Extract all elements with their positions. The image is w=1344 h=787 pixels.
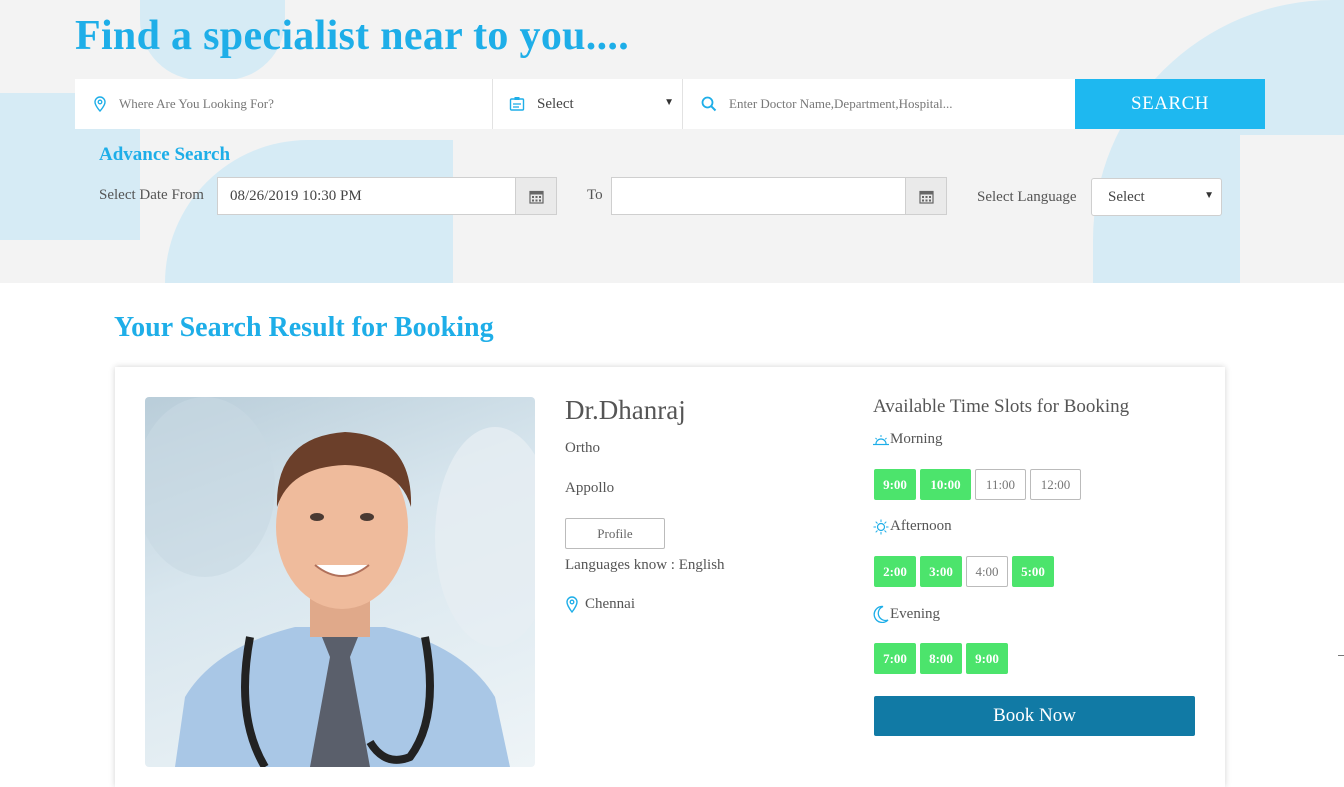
evening-slots: 7:00 8:00 9:00 — [874, 643, 1008, 674]
time-slot-button[interactable]: 2:00 — [874, 556, 916, 587]
id-card-icon — [509, 96, 525, 112]
doctor-city: Chennai — [585, 596, 635, 612]
background-shape — [1240, 135, 1344, 283]
chevron-down-icon: ▼ — [1204, 190, 1214, 201]
time-slot-button[interactable]: 5:00 — [1012, 556, 1054, 587]
search-icon — [701, 96, 717, 112]
morning-slots: 9:00 10:00 11:00 12:00 — [874, 469, 1081, 500]
date-from-field[interactable]: 08/26/2019 10:30 PM — [217, 177, 557, 215]
search-hero: Find a specialist near to you.... Where … — [0, 0, 1344, 283]
calendar-icon[interactable] — [905, 178, 946, 214]
profile-button[interactable]: Profile — [565, 518, 665, 549]
doctor-card: Dr.Dhanraj Ortho Appollo Profile Languag… — [115, 367, 1225, 787]
afternoon-slots: 2:00 3:00 4:00 5:00 — [874, 556, 1054, 587]
evening-label: Evening — [873, 605, 940, 623]
morning-label: Morning — [873, 431, 943, 448]
slots-title: Available Time Slots for Booking — [873, 396, 1130, 417]
location-input[interactable]: Where Are You Looking For? — [75, 79, 493, 129]
results-title: Your Search Result for Booking — [114, 312, 494, 343]
doctor-name: Dr.Dhanraj — [565, 395, 686, 425]
morning-text: Morning — [890, 431, 943, 447]
doctor-photo — [145, 397, 535, 767]
language-value: Select — [1108, 188, 1145, 205]
date-from-value: 08/26/2019 10:30 PM — [230, 187, 362, 204]
doctor-hospital: Appollo — [565, 480, 615, 496]
calendar-icon[interactable] — [515, 178, 556, 214]
time-slot-button[interactable]: 9:00 — [966, 643, 1008, 674]
evening-text: Evening — [890, 605, 940, 622]
afternoon-text: Afternoon — [890, 518, 952, 534]
time-slot-button[interactable]: 7:00 — [874, 643, 916, 674]
book-now-button[interactable]: Book Now — [874, 696, 1195, 736]
chevron-down-icon: ▼ — [664, 97, 674, 108]
map-pin-icon — [93, 96, 107, 112]
doctor-placeholder: Enter Doctor Name,Department,Hospital... — [729, 96, 953, 111]
date-to-field[interactable] — [611, 177, 947, 215]
map-pin-icon — [565, 596, 579, 613]
divider — [1338, 655, 1344, 656]
moon-icon — [873, 605, 889, 623]
time-slot-button[interactable]: 3:00 — [920, 556, 962, 587]
search-bar: Where Are You Looking For? Select ▼ Ente… — [75, 79, 1265, 129]
category-value: Select — [537, 95, 574, 112]
time-slot-button[interactable]: 8:00 — [920, 643, 962, 674]
doctor-location: Chennai — [565, 596, 635, 613]
search-button[interactable]: SEARCH — [1075, 79, 1265, 129]
sunrise-icon — [873, 434, 889, 446]
language-label: Select Language — [977, 189, 1077, 205]
sun-icon — [873, 519, 889, 535]
doctor-specialty: Ortho — [565, 440, 600, 456]
date-to-label: To — [587, 187, 603, 203]
time-slot-button[interactable]: 10:00 — [920, 469, 971, 500]
page-title: Find a specialist near to you.... — [75, 13, 629, 59]
time-slot-button[interactable]: 4:00 — [966, 556, 1008, 587]
category-select[interactable]: Select ▼ — [493, 79, 683, 129]
doctor-languages: Languages know : English — [565, 557, 725, 573]
doctor-search-input[interactable]: Enter Doctor Name,Department,Hospital... — [683, 79, 1075, 129]
time-slot-button[interactable]: 12:00 — [1030, 469, 1081, 500]
advance-search-title: Advance Search — [99, 144, 231, 165]
date-from-label: Select Date From — [99, 187, 204, 203]
time-slot-button[interactable]: 11:00 — [975, 469, 1026, 500]
time-slot-button[interactable]: 9:00 — [874, 469, 916, 500]
location-placeholder: Where Are You Looking For? — [119, 96, 274, 111]
afternoon-label: Afternoon — [873, 518, 952, 535]
language-select[interactable]: Select ▼ — [1091, 178, 1222, 216]
